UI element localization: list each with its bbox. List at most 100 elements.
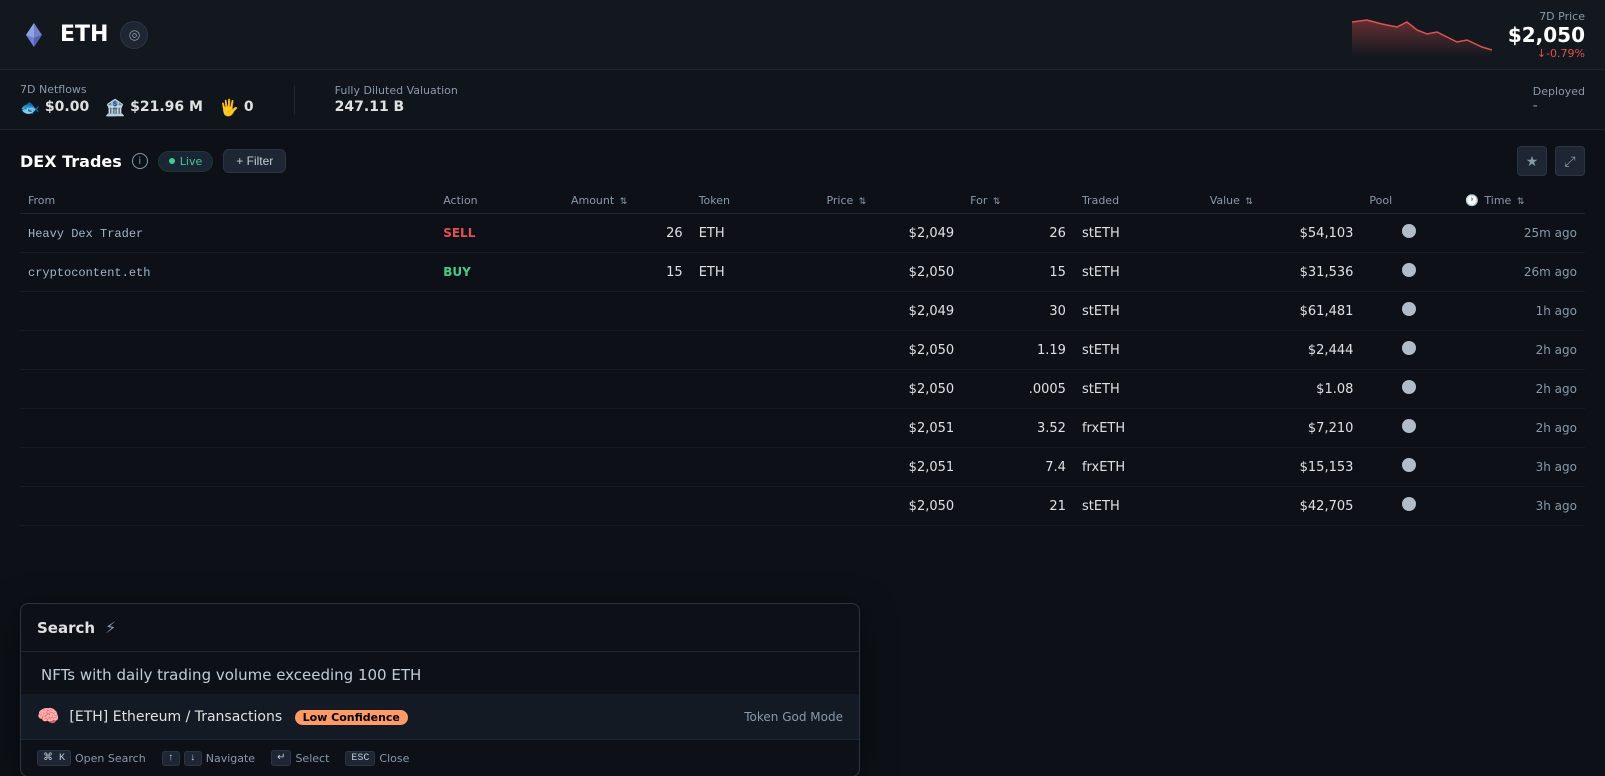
- kbd-key-up: ↑: [162, 751, 180, 766]
- search-query[interactable]: NFTs with daily trading volume exceeding…: [21, 652, 859, 694]
- kbd-navigate: ↑ ↓ Navigate: [162, 751, 255, 766]
- kbd-key-down: ↓: [184, 751, 202, 766]
- col-header-time[interactable]: 🕐 Time ⇅: [1457, 188, 1585, 214]
- cell-from: Heavy Dex Trader: [20, 214, 435, 253]
- price-info: 7D Price $2,050 ↓-0.79%: [1508, 10, 1585, 60]
- dex-trades-section: DEX Trades i Live + Filter ★ ⤢ From: [0, 130, 1605, 526]
- col-header-for[interactable]: For ⇅: [962, 188, 1074, 214]
- cell-action: [435, 292, 563, 331]
- cell-price: $2,050: [818, 487, 962, 526]
- stats-separator1: [294, 85, 295, 115]
- cell-for: 21: [962, 487, 1074, 526]
- coin-name: ETH: [60, 22, 108, 47]
- dex-header: DEX Trades i Live + Filter ★ ⤢: [20, 146, 1585, 176]
- netflows-values: 🐟 $0.00 🏦 $21.96 M 🖐 0: [20, 98, 254, 117]
- price-chart-area: 7D Price $2,050 ↓-0.79%: [1352, 10, 1585, 60]
- cell-pool: [1361, 214, 1457, 253]
- cell-time: 3h ago: [1457, 448, 1585, 487]
- cell-time: 2h ago: [1457, 331, 1585, 370]
- cell-price: $2,050: [818, 253, 962, 292]
- cell-price: $2,050: [818, 370, 962, 409]
- table-row[interactable]: $2,050 1.19 stETH $2,444 2h ago: [20, 331, 1585, 370]
- search-input-row: Search ⚡: [21, 604, 859, 652]
- kbd-close: ESC Close: [345, 751, 409, 766]
- cell-pool: [1361, 448, 1457, 487]
- live-badge: Live: [158, 151, 213, 172]
- for-sort-icon: ⇅: [993, 197, 1001, 207]
- netflows-group: 7D Netflows 🐟 $0.00 🏦 $21.96 M 🖐 0: [20, 83, 254, 117]
- cell-action: BUY: [435, 253, 563, 292]
- suggestion-row[interactable]: 🧠 [ETH] Ethereum / Transactions Low Conf…: [21, 694, 859, 739]
- cell-pool: [1361, 487, 1457, 526]
- cell-time: 1h ago: [1457, 292, 1585, 331]
- col-header-from: From: [20, 188, 435, 214]
- cell-time: 26m ago: [1457, 253, 1585, 292]
- cell-for: 1.19: [962, 331, 1074, 370]
- search-label: Search: [37, 619, 95, 637]
- col-header-token: Token: [691, 188, 819, 214]
- cell-value: $15,153: [1202, 448, 1362, 487]
- table-row[interactable]: Heavy Dex Trader SELL 26 ETH $2,049 26 s…: [20, 214, 1585, 253]
- price-label: 7D Price: [1508, 10, 1585, 23]
- deployed-label: Deployed: [1533, 85, 1585, 98]
- price-value: $2,050: [1508, 23, 1585, 47]
- cell-token: [691, 448, 819, 487]
- cell-action: SELL: [435, 214, 563, 253]
- kbd-key-enter: ↵: [271, 750, 291, 766]
- keyboard-hints: ⌘ K Open Search ↑ ↓ Navigate ↵ Select ES…: [21, 739, 859, 776]
- cell-token: ETH: [691, 214, 819, 253]
- table-row[interactable]: $2,049 30 stETH $61,481 1h ago: [20, 292, 1585, 331]
- cell-amount: [563, 409, 691, 448]
- netflows-fish: 🐟 $0.00: [20, 98, 89, 117]
- cell-action: [435, 331, 563, 370]
- cell-token: [691, 331, 819, 370]
- table-row[interactable]: $2,050 21 stETH $42,705 3h ago: [20, 487, 1585, 526]
- cell-amount: [563, 370, 691, 409]
- kbd-label-navigate: Navigate: [206, 752, 255, 765]
- deployed-section: Deployed -: [1533, 85, 1585, 114]
- netflows-bank: 🏦 $21.96 M: [105, 98, 203, 117]
- table-row[interactable]: $2,051 3.52 frxETH $7,210 2h ago: [20, 409, 1585, 448]
- cell-pool: [1361, 370, 1457, 409]
- table-row[interactable]: $2,050 .0005 stETH $1.08 2h ago: [20, 370, 1585, 409]
- cell-traded: stETH: [1074, 214, 1202, 253]
- cell-from: [20, 448, 435, 487]
- netflows-value1: $0.00: [45, 99, 89, 115]
- col-header-amount[interactable]: Amount ⇅: [563, 188, 691, 214]
- cell-from: [20, 331, 435, 370]
- header-right: 7D Price $2,050 ↓-0.79%: [1352, 10, 1585, 60]
- watch-icon: ◎: [129, 27, 141, 43]
- star-button[interactable]: ★: [1517, 146, 1547, 176]
- filter-button[interactable]: + Filter: [223, 149, 286, 173]
- col-header-value[interactable]: Value ⇅: [1202, 188, 1362, 214]
- cell-value: $2,444: [1202, 331, 1362, 370]
- fdv-group: Fully Diluted Valuation 247.11 B: [335, 84, 458, 115]
- cell-amount: [563, 487, 691, 526]
- col-header-price[interactable]: Price ⇅: [818, 188, 962, 214]
- confidence-badge: Low Confidence: [295, 710, 408, 725]
- stats-bar: 7D Netflows 🐟 $0.00 🏦 $21.96 M 🖐 0 Fully…: [0, 70, 1605, 130]
- table-row[interactable]: $2,051 7.4 frxETH $15,153 3h ago: [20, 448, 1585, 487]
- cell-pool: [1361, 253, 1457, 292]
- cell-action: [435, 487, 563, 526]
- col-header-action: Action: [435, 188, 563, 214]
- cell-amount: [563, 292, 691, 331]
- dex-info-icon[interactable]: i: [132, 153, 148, 169]
- cell-value: $7,210: [1202, 409, 1362, 448]
- cell-token: [691, 292, 819, 331]
- cell-amount: 15: [563, 253, 691, 292]
- cell-price: $2,051: [818, 409, 962, 448]
- cell-for: 3.52: [962, 409, 1074, 448]
- expand-button[interactable]: ⤢: [1555, 146, 1585, 176]
- cell-amount: 26: [563, 214, 691, 253]
- hand-emoji: 🖐: [219, 98, 239, 117]
- cell-from: [20, 292, 435, 331]
- cell-action: [435, 409, 563, 448]
- watch-button[interactable]: ◎: [120, 21, 148, 49]
- price-mini-chart: [1352, 12, 1492, 57]
- cell-time: 3h ago: [1457, 487, 1585, 526]
- netflows-value3: 0: [244, 99, 254, 115]
- table-row[interactable]: cryptocontent.eth BUY 15 ETH $2,050 15 s…: [20, 253, 1585, 292]
- cell-action: [435, 448, 563, 487]
- cell-traded: stETH: [1074, 292, 1202, 331]
